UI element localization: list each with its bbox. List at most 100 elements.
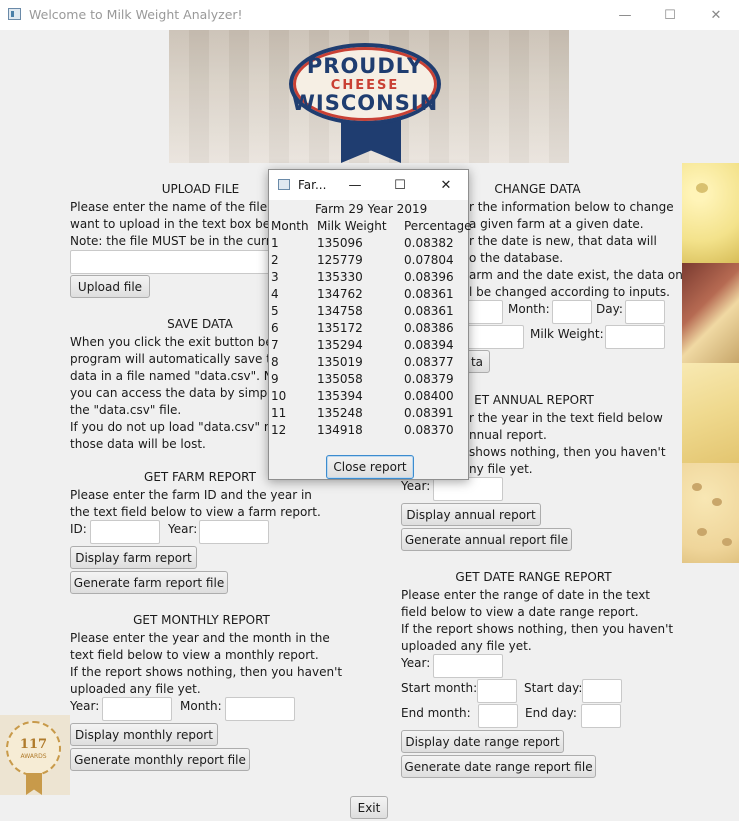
monthly-month-input[interactable] <box>225 697 295 721</box>
change-data-title: CHANGE DATA <box>494 182 581 196</box>
annual-year-input[interactable] <box>433 477 503 501</box>
save-line: those data will be lost. <box>70 437 206 451</box>
start-month-label: Start month: <box>401 681 478 695</box>
date-range-year-input[interactable] <box>433 654 503 678</box>
change-milk-weight-input[interactable] <box>605 325 665 349</box>
month-cell: 5 <box>271 304 279 318</box>
popup-title-bar: Far... — ☐ ✕ <box>269 170 468 200</box>
monthly-month-label: Month: <box>180 699 222 713</box>
change-data-line: arm and the date exist, the data on <box>469 268 683 282</box>
milk-weight-cell: 135019 <box>317 355 363 369</box>
milk-weight-cell: 134758 <box>317 304 363 318</box>
month-cell: 12 <box>271 423 287 437</box>
month-cell: 9 <box>271 372 279 386</box>
monthly-report-line: text field below to view a monthly repor… <box>70 648 319 662</box>
generate-date-range-report-button[interactable]: Generate date range report file <box>401 755 596 778</box>
milk-weight-cell: 135096 <box>317 236 363 250</box>
monthly-year-input[interactable] <box>102 697 172 721</box>
farm-year-input[interactable] <box>199 520 269 544</box>
close-button[interactable]: ✕ <box>693 0 739 30</box>
banner-image: PROUDLY CHEESE WISCONSIN <box>169 30 569 163</box>
upload-filename-input[interactable] <box>70 250 270 274</box>
exit-button[interactable]: Exit <box>350 796 388 819</box>
logo-text-wisconsin: WISCONSIN <box>291 91 439 115</box>
farm-id-input[interactable] <box>90 520 160 544</box>
month-cell: 7 <box>271 338 279 352</box>
annual-report-line: r the year in the text field below <box>469 411 663 425</box>
percentage-cell: 0.08396 <box>404 270 454 284</box>
upload-file-button[interactable]: Upload file <box>70 275 150 298</box>
percentage-cell: 0.08377 <box>404 355 454 369</box>
generate-farm-report-button[interactable]: Generate farm report file <box>70 571 228 594</box>
milk-weight-column: Milk Weight 135096 125779 135330 134762 … <box>317 218 387 439</box>
annual-report-title: ET ANNUAL REPORT <box>474 393 594 407</box>
generate-annual-report-button[interactable]: Generate annual report file <box>401 528 572 551</box>
close-report-button[interactable]: Close report <box>326 455 414 479</box>
medal-number: 117 <box>19 737 48 752</box>
change-data-line: r the date is new, that data will <box>469 234 657 248</box>
change-month-label: Month: <box>508 302 550 316</box>
date-range-line: uploaded any file yet. <box>401 639 532 653</box>
date-range-line: field below to view a date range report. <box>401 605 639 619</box>
start-day-input[interactable] <box>582 679 622 703</box>
medal-text: AWARDS <box>20 753 47 760</box>
popup-close-icon[interactable]: ✕ <box>424 170 468 200</box>
month-column: Month 1 2 3 4 5 6 7 8 9 10 11 12 <box>271 218 309 439</box>
annual-report-line: nnual report. <box>469 428 547 442</box>
display-date-range-report-button[interactable]: Display date range report <box>401 730 564 753</box>
date-range-line: If the report shows nothing, then you ha… <box>401 622 674 636</box>
medal-ribbon <box>26 773 42 795</box>
upload-line: want to upload in the text box belo <box>70 217 281 231</box>
maximize-button[interactable]: ☐ <box>647 0 693 30</box>
percentage-cell: 0.08361 <box>404 287 454 301</box>
display-annual-report-button[interactable]: Display annual report <box>401 503 541 526</box>
milk-weight-cell: 135294 <box>317 338 363 352</box>
percentage-column-header: Percentage <box>404 219 472 233</box>
percentage-cell: 0.08394 <box>404 338 454 352</box>
percentage-cell: 0.08382 <box>404 236 454 250</box>
app-icon <box>8 8 21 20</box>
popup-minimize-button[interactable]: — <box>333 170 377 200</box>
save-line: you can access the data by simply <box>70 386 278 400</box>
percentage-cell: 0.08400 <box>404 389 454 403</box>
annual-report-line: ny file yet. <box>469 462 533 476</box>
change-data-line: l be changed according to inputs. <box>469 285 670 299</box>
month-column-header: Month <box>271 219 309 233</box>
percentage-cell: 0.08361 <box>404 304 454 318</box>
cheese-image-2 <box>682 263 739 363</box>
start-day-label: Start day: <box>524 681 583 695</box>
window-title: Welcome to Milk Weight Analyzer! <box>29 7 243 22</box>
end-day-input[interactable] <box>581 704 621 728</box>
cheese-image-3 <box>682 363 739 463</box>
generate-monthly-report-button[interactable]: Generate monthly report file <box>70 748 250 771</box>
farm-report-line: Please enter the farm ID and the year in <box>70 488 312 502</box>
month-cell: 3 <box>271 270 279 284</box>
save-line: program will automatically save th <box>70 352 279 366</box>
save-line: When you click the exit button bel <box>70 335 277 349</box>
change-data-line: a given farm at a given date. <box>469 217 644 231</box>
change-month-input[interactable] <box>552 300 592 324</box>
change-day-input[interactable] <box>625 300 665 324</box>
display-farm-report-button[interactable]: Display farm report <box>70 546 197 569</box>
popup-title: Far... <box>298 178 327 192</box>
month-cell: 10 <box>271 389 287 403</box>
milk-weight-cell: 135248 <box>317 406 363 420</box>
logo-text-proudly: PROUDLY <box>306 54 424 78</box>
percentage-cell: 0.08370 <box>404 423 454 437</box>
upload-line: Please enter the name of the file th <box>70 200 284 214</box>
monthly-report-line: uploaded any file yet. <box>70 682 201 696</box>
popup-app-icon <box>278 179 290 190</box>
month-cell: 11 <box>271 406 287 420</box>
popup-maximize-button[interactable]: ☐ <box>378 170 422 200</box>
date-range-year-label: Year: <box>401 656 431 670</box>
milk-weight-cell: 135172 <box>317 321 363 335</box>
upload-line: Note: the file MUST be in the curre <box>70 234 278 248</box>
farm-id-label: ID: <box>70 522 87 536</box>
change-data-line: o the database. <box>469 251 564 265</box>
display-monthly-report-button[interactable]: Display monthly report <box>70 723 218 746</box>
start-month-input[interactable] <box>477 679 517 703</box>
month-cell: 4 <box>271 287 279 301</box>
minimize-button[interactable]: — <box>602 0 648 30</box>
monthly-report-line: If the report shows nothing, then you ha… <box>70 665 343 679</box>
end-month-input[interactable] <box>478 704 518 728</box>
